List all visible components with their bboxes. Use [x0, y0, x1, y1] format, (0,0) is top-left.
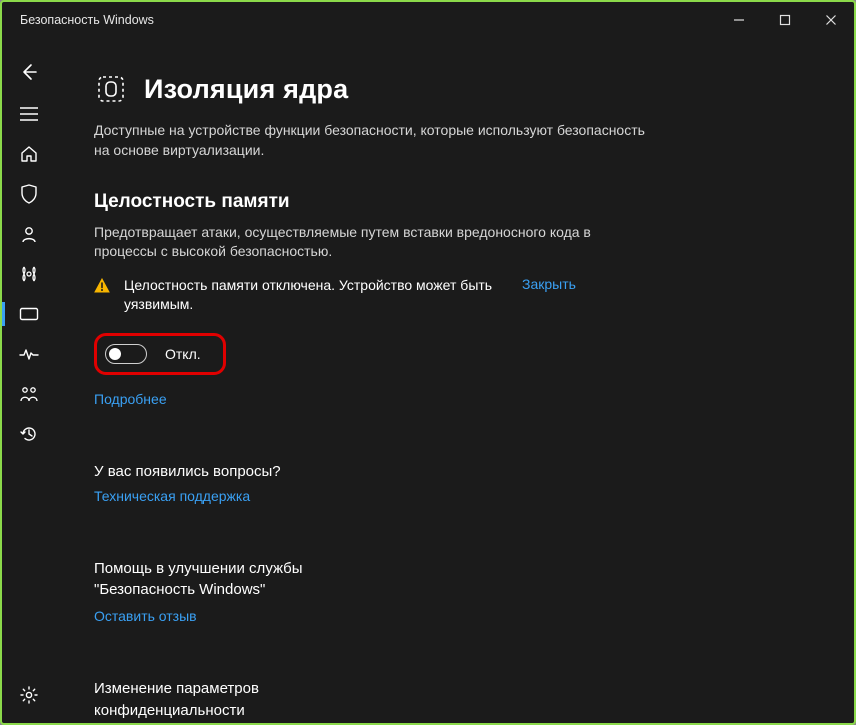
questions-block: У вас появились вопросы? Техническая под… — [94, 463, 814, 506]
feedback-link[interactable]: Оставить отзыв — [94, 608, 197, 624]
warning-dismiss-link[interactable]: Закрыть — [522, 276, 576, 292]
hamburger-icon — [20, 107, 38, 121]
nav-account[interactable] — [2, 214, 56, 254]
page-content: Изоляция ядра Доступные на устройстве фу… — [94, 72, 814, 723]
page-description: Доступные на устройстве функции безопасн… — [94, 120, 654, 161]
heart-rate-icon — [19, 347, 39, 361]
device-icon — [19, 307, 39, 321]
page-title: Изоляция ядра — [144, 74, 348, 105]
nav-settings[interactable] — [2, 675, 56, 715]
support-link[interactable]: Техническая поддержка — [94, 488, 250, 504]
home-icon — [20, 145, 38, 163]
back-arrow-icon — [19, 62, 39, 82]
nav-rail — [2, 50, 56, 723]
shield-icon — [20, 184, 38, 204]
memory-integrity-title: Целостность памяти — [94, 191, 814, 213]
nav-menu[interactable] — [2, 94, 56, 134]
privacy-title: Изменение параметров конфиденциальности — [94, 678, 354, 722]
window-title: Безопасность Windows — [20, 13, 716, 27]
feedback-block: Помощь в улучшении службы "Безопасность … — [94, 558, 814, 626]
maximize-button[interactable] — [762, 2, 808, 38]
privacy-block: Изменение параметров конфиденциальности — [94, 678, 814, 722]
history-icon — [20, 425, 38, 443]
page-header: Изоляция ядра — [94, 72, 814, 106]
maximize-icon — [779, 14, 791, 26]
nav-history[interactable] — [2, 414, 56, 454]
memory-integrity-desc: Предотвращает атаки, осуществляемые путе… — [94, 223, 654, 262]
memory-integrity-toggle-highlight: Откл. — [94, 333, 226, 375]
account-icon — [20, 225, 38, 243]
nav-performance[interactable] — [2, 334, 56, 374]
close-icon — [825, 14, 837, 26]
toggle-state-label: Откл. — [165, 346, 201, 362]
nav-virus[interactable] — [2, 174, 56, 214]
window-frame: Безопасность Windows — [0, 0, 856, 725]
nav-firewall[interactable] — [2, 254, 56, 294]
minimize-icon — [733, 14, 745, 26]
memory-integrity-toggle[interactable] — [105, 344, 147, 364]
nav-family[interactable] — [2, 374, 56, 414]
gear-icon — [20, 686, 38, 704]
core-isolation-icon — [94, 72, 128, 106]
feedback-title: Помощь в улучшении службы "Безопасность … — [94, 558, 374, 600]
nav-home[interactable] — [2, 134, 56, 174]
warning-icon — [94, 278, 110, 296]
firewall-icon — [19, 266, 39, 282]
minimize-button[interactable] — [716, 2, 762, 38]
warning-row: Целостность памяти отключена. Устройство… — [94, 276, 694, 315]
close-button[interactable] — [808, 2, 854, 38]
family-icon — [19, 386, 39, 402]
questions-title: У вас появились вопросы? — [94, 463, 814, 480]
title-bar: Безопасность Windows — [2, 2, 854, 38]
learn-more-link[interactable]: Подробнее — [94, 391, 167, 407]
warning-text: Целостность памяти отключена. Устройство… — [124, 276, 504, 315]
back-button[interactable] — [2, 50, 56, 94]
nav-device-security[interactable] — [2, 294, 56, 334]
